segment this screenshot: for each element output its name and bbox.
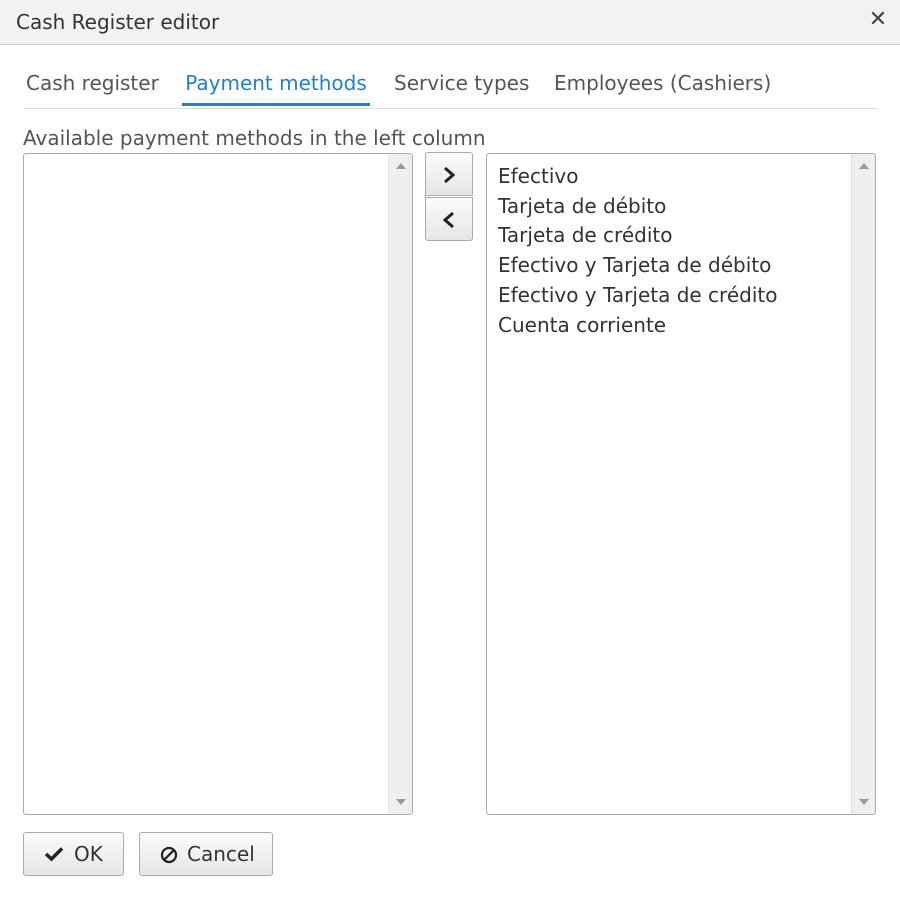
scroll-up-icon[interactable] xyxy=(396,163,406,169)
ok-button[interactable]: OK xyxy=(23,832,124,876)
dialog-titlebar: Cash Register editor ✕ xyxy=(0,0,900,45)
selected-payment-method-item[interactable]: Cuenta corriente xyxy=(498,311,777,341)
selected-payment-method-item[interactable]: Efectivo y Tarjeta de crédito xyxy=(498,281,777,311)
available-payment-methods-list[interactable] xyxy=(23,153,413,815)
tab-employees-cashiers[interactable]: Employees (Cashiers) xyxy=(554,64,771,106)
close-icon[interactable]: ✕ xyxy=(866,8,890,32)
available-list-scrollbar[interactable] xyxy=(388,154,412,814)
add-payment-method-button[interactable] xyxy=(425,152,473,196)
cancel-circle-icon xyxy=(160,846,178,864)
dialog-title: Cash Register editor xyxy=(16,10,220,34)
selected-payment-method-item[interactable]: Efectivo y Tarjeta de débito xyxy=(498,251,777,281)
cancel-button[interactable]: Cancel xyxy=(139,832,273,876)
selected-payment-method-item[interactable]: Tarjeta de crédito xyxy=(498,221,777,251)
selected-payment-method-item[interactable]: Tarjeta de débito xyxy=(498,192,777,222)
scroll-up-icon[interactable] xyxy=(859,163,869,169)
tab-cash-register[interactable]: Cash register xyxy=(26,64,159,106)
payment-methods-hint: Available payment methods in the left co… xyxy=(23,126,486,150)
tab-bar: Cash register Payment methods Service ty… xyxy=(24,64,878,109)
selected-payment-methods-list[interactable]: Efectivo Tarjeta de débito Tarjeta de créd… xyxy=(486,153,876,815)
tab-service-types[interactable]: Service types xyxy=(394,64,529,106)
checkmark-icon xyxy=(44,847,64,862)
ok-label: OK xyxy=(74,842,103,866)
selected-items: Efectivo Tarjeta de débito Tarjeta de créd… xyxy=(498,162,777,340)
tab-payment-methods[interactable]: Payment methods xyxy=(182,64,370,106)
chevron-right-icon xyxy=(444,167,456,183)
selected-payment-method-item[interactable]: Efectivo xyxy=(498,162,777,192)
selected-list-scrollbar[interactable] xyxy=(851,154,875,814)
cancel-label: Cancel xyxy=(187,842,255,866)
chevron-left-icon xyxy=(442,212,454,228)
scroll-down-icon[interactable] xyxy=(396,799,406,805)
remove-payment-method-button[interactable] xyxy=(425,197,473,241)
scroll-down-icon[interactable] xyxy=(859,799,869,805)
cash-register-editor-dialog: Cash Register editor ✕ Cash register Pay… xyxy=(0,0,900,900)
